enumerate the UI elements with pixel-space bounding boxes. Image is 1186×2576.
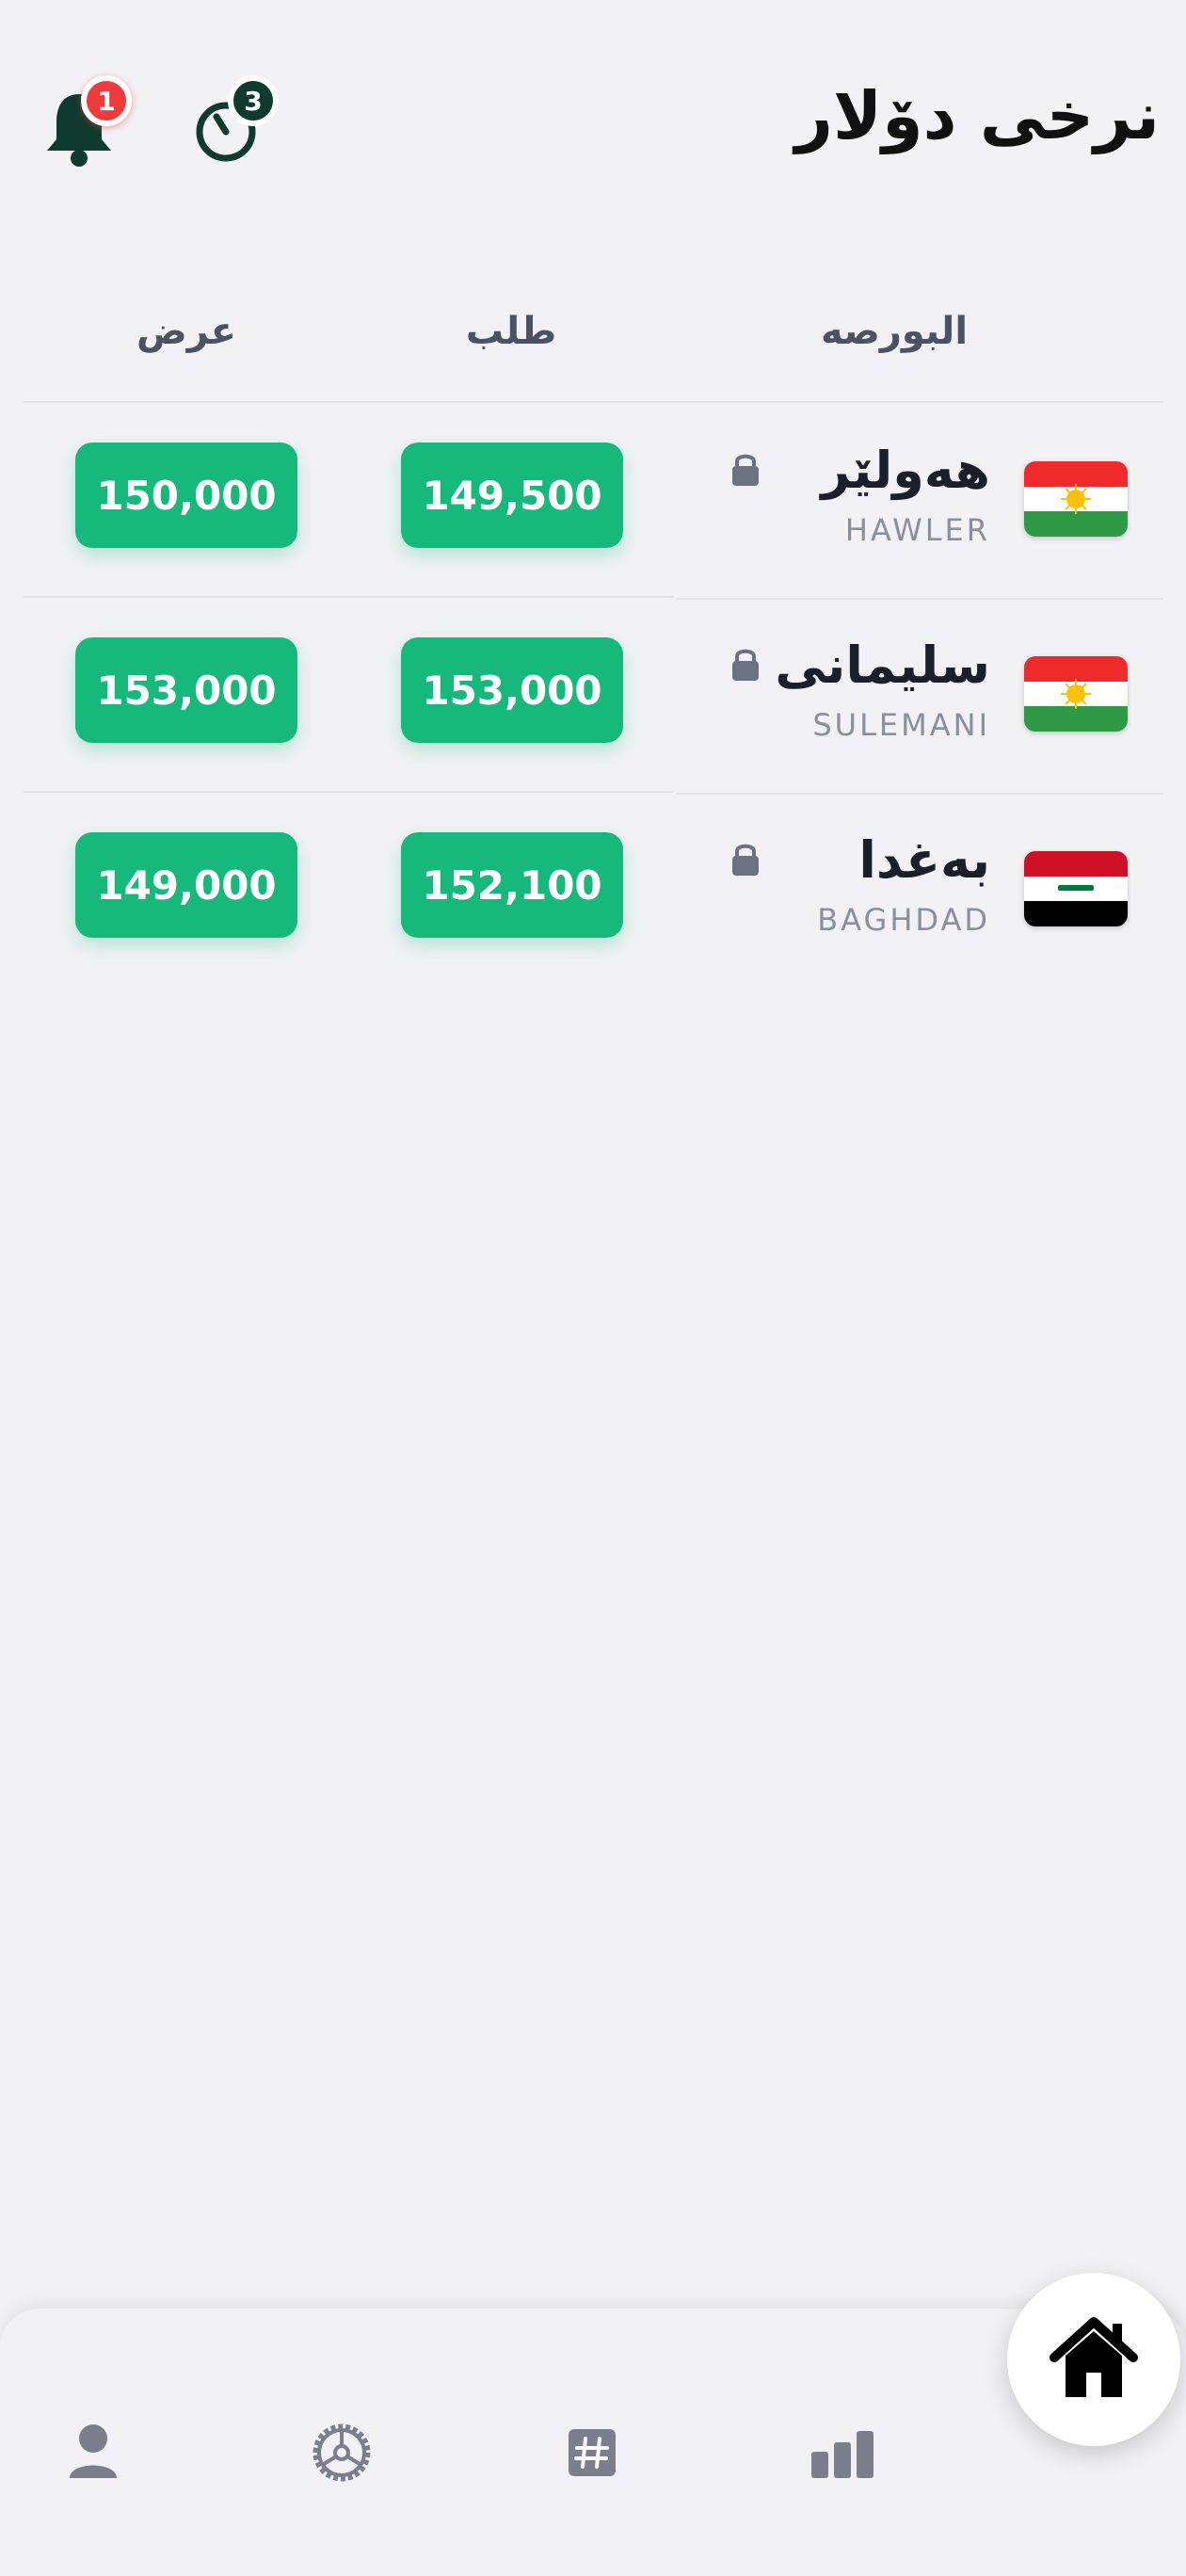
city-name: بەغدا — [858, 830, 990, 890]
ask-price-button[interactable]: 150,000 — [75, 443, 297, 548]
notification-count-badge: 1 — [81, 75, 132, 126]
lock-icon — [732, 454, 759, 486]
timer-button[interactable]: 3 — [175, 75, 279, 181]
bid-price-button[interactable]: 153,000 — [401, 637, 623, 743]
city-latin-name: HAWLER — [844, 512, 990, 548]
column-header-ask: عرض — [136, 310, 236, 353]
table-row[interactable]: هەولێر HAWLER 149,500 150,000 — [0, 403, 1186, 600]
hash-icon — [569, 2429, 616, 2476]
bid-price-button[interactable]: 152,100 — [401, 832, 623, 938]
kurdistan-flag-icon — [1024, 461, 1128, 537]
user-icon — [70, 2424, 117, 2478]
ask-price-button[interactable]: 153,000 — [75, 637, 297, 743]
timer-count-badge: 3 — [228, 75, 279, 126]
nav-home-button[interactable] — [1007, 2273, 1180, 2446]
city-name: هەولێر — [821, 441, 990, 500]
ask-price-button[interactable]: 149,000 — [75, 832, 297, 938]
city-latin-name: BAGHDAD — [817, 902, 990, 938]
table-row[interactable]: بەغدا BAGHDAD 152,100 149,000 — [0, 793, 1186, 988]
bar-chart-icon — [811, 2431, 873, 2478]
iraq-flag-icon — [1024, 851, 1128, 926]
column-header-exchange: البورصه — [820, 310, 969, 353]
home-icon — [1050, 2317, 1138, 2397]
app-header: نرخی دۆلار 1 3 — [0, 0, 1186, 245]
column-header-bid: طلب — [465, 310, 557, 353]
nav-stats[interactable] — [800, 2410, 885, 2495]
kurdistan-flag-icon — [1024, 656, 1128, 732]
lock-icon — [732, 844, 759, 876]
page-title: نرخی دۆلار — [794, 77, 1160, 154]
nav-settings[interactable] — [299, 2410, 384, 2495]
table-row[interactable]: سلیمانی SULEMANI 153,000 153,000 — [0, 598, 1186, 795]
gear-icon — [313, 2423, 371, 2482]
lock-icon — [732, 649, 759, 681]
city-name: سلیمانی — [775, 636, 990, 695]
notifications-button[interactable]: 1 — [28, 75, 132, 181]
city-latin-name: SULEMANI — [812, 707, 990, 743]
nav-profile[interactable] — [51, 2410, 136, 2495]
nav-hash[interactable] — [550, 2410, 634, 2495]
bid-price-button[interactable]: 149,500 — [401, 443, 623, 548]
